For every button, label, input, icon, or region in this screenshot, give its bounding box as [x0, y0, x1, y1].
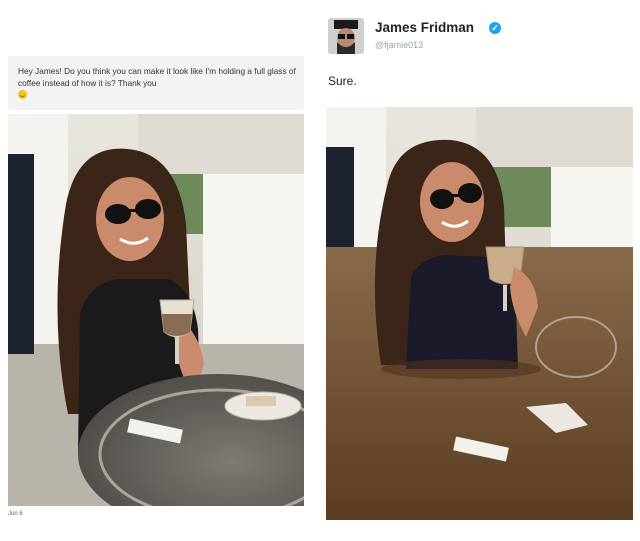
edited-photo — [326, 107, 633, 520]
verified-badge-icon: ✓ — [489, 22, 501, 34]
user-handle[interactable]: @fjamie013 — [375, 40, 423, 50]
request-bubble: Hey James! Do you think you can make it … — [8, 56, 304, 110]
request-message-text: Hey James! Do you think you can make it … — [18, 66, 296, 88]
reply-text: Sure. — [328, 74, 357, 88]
original-photo — [8, 114, 304, 506]
original-photo-illustration — [8, 114, 304, 506]
edited-photo-illustration — [326, 107, 633, 520]
user-name[interactable]: James Fridman — [375, 20, 474, 35]
avatar-image — [328, 18, 364, 54]
avatar[interactable] — [328, 18, 364, 54]
request-card: Hey James! Do you think you can make it … — [8, 56, 304, 520]
request-message: Hey James! Do you think you can make it … — [18, 65, 298, 101]
smiling-face-icon — [18, 90, 27, 99]
request-date: Jun 6 — [8, 511, 23, 517]
